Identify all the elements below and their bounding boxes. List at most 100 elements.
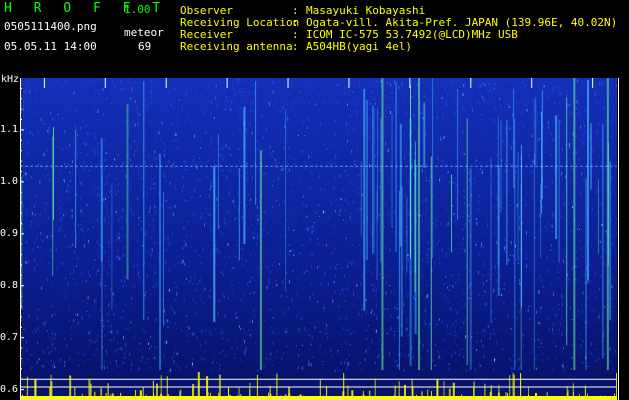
noise-speck (257, 214, 258, 217)
noise-speck (263, 172, 265, 175)
noise-speck (516, 316, 518, 318)
noise-speck (443, 339, 445, 342)
observation-datetime: 05.05.11 14:00 (4, 40, 97, 53)
noise-speck (371, 341, 373, 343)
noise-speck (305, 204, 307, 207)
noise-speck (164, 212, 166, 214)
noise-speck (473, 177, 475, 180)
noise-speck (208, 194, 210, 197)
noise-speck (291, 248, 293, 250)
noise-speck (138, 367, 140, 371)
noise-speck (307, 153, 309, 156)
noise-speck (301, 244, 303, 246)
noise-speck (350, 332, 352, 335)
noise-speck (276, 350, 278, 353)
noise-speck (359, 361, 361, 365)
noise-speck (462, 366, 463, 368)
noise-speck (94, 185, 96, 189)
noise-speck (599, 274, 601, 277)
noise-speck (224, 218, 226, 221)
noise-speck (568, 277, 570, 281)
noise-speck (152, 219, 154, 222)
noise-speck (325, 332, 327, 335)
noise-speck (201, 330, 203, 333)
noise-speck (487, 363, 489, 365)
noise-speck (397, 232, 399, 236)
noise-speck (201, 107, 203, 111)
noise-speck (351, 101, 353, 103)
noise-speck (42, 350, 44, 354)
noise-speck (269, 145, 271, 149)
noise-speck (539, 98, 541, 100)
noise-speck (512, 367, 514, 371)
noise-speck (523, 344, 525, 347)
noise-speck (359, 244, 361, 247)
noise-speck (225, 144, 227, 148)
noise-speck (189, 260, 191, 264)
noise-speck (582, 309, 583, 313)
noise-speck (609, 92, 611, 94)
noise-speck (54, 118, 56, 122)
noise-speck (327, 336, 329, 338)
noise-speck (119, 124, 121, 125)
noise-speck (308, 155, 310, 159)
noise-speck (172, 140, 174, 143)
noise-speck (575, 151, 577, 155)
noise-speck (129, 158, 131, 162)
noise-speck (115, 193, 117, 195)
noise-speck (441, 248, 443, 252)
noise-speck (552, 88, 554, 92)
noise-speck (331, 224, 333, 226)
noise-speck (576, 227, 578, 230)
noise-speck (60, 326, 62, 328)
noise-speck (197, 283, 199, 286)
noise-speck (170, 206, 171, 209)
noise-speck (562, 347, 564, 350)
noise-speck (425, 284, 427, 287)
noise-speck (312, 100, 314, 102)
noise-speck (73, 179, 75, 180)
noise-speck (97, 141, 99, 144)
noise-speck (53, 337, 55, 340)
noise-speck (375, 343, 377, 345)
noise-speck (306, 227, 308, 230)
noise-speck (572, 151, 574, 155)
noise-speck (405, 193, 407, 197)
noise-speck (246, 177, 248, 180)
noise-speck (155, 271, 156, 274)
noise-speck (385, 133, 387, 135)
meta-key: Receiving antenna (180, 40, 293, 53)
noise-speck (462, 227, 464, 231)
noise-speck (495, 358, 497, 360)
y-tick-label: 0.7 (0, 331, 19, 343)
noise-speck (125, 235, 127, 239)
noise-speck (293, 101, 295, 103)
noise-speck (237, 80, 239, 84)
noise-speck (443, 106, 445, 108)
noise-speck (87, 173, 89, 176)
noise-speck (186, 347, 188, 349)
noise-speck (436, 157, 438, 160)
noise-speck (140, 359, 142, 362)
noise-speck (88, 274, 90, 276)
noise-speck (61, 292, 63, 294)
y-tick-label: 1.1 (0, 123, 19, 135)
noise-speck (94, 340, 96, 344)
noise-speck (234, 267, 236, 270)
noise-speck (536, 113, 538, 117)
noise-speck (345, 260, 347, 261)
noise-speck (591, 342, 592, 346)
noise-speck (462, 216, 464, 218)
noise-speck (406, 112, 408, 116)
noise-speck (310, 282, 312, 285)
noise-speck (374, 156, 376, 157)
noise-speck (236, 103, 238, 107)
noise-speck (461, 306, 463, 308)
noise-speck (393, 210, 395, 214)
noise-speck (434, 261, 436, 265)
noise-speck (114, 271, 116, 272)
noise-speck (237, 193, 239, 195)
noise-speck (567, 273, 569, 277)
noise-speck (140, 342, 142, 344)
noise-speck (548, 121, 549, 125)
